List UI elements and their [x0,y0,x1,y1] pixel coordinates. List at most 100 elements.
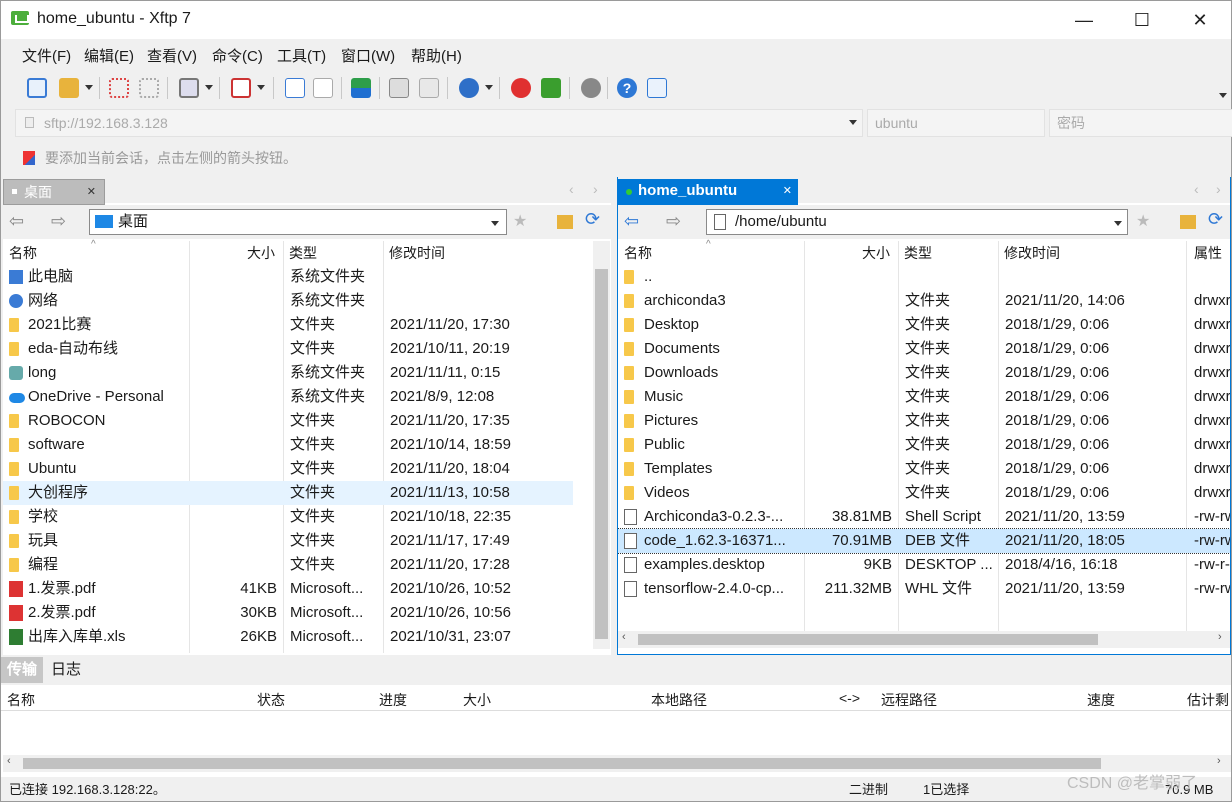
local-file-row[interactable]: 大创程序 文件夹 2021/11/13, 10:58 [3,481,573,505]
local-file-row[interactable]: 出库入库单.xls 26KB Microsoft... 2021/10/31, 23:… [3,625,573,649]
local-file-row[interactable]: 玩具 文件夹 2021/11/17, 17:49 [3,529,573,553]
remote-file-row[interactable]: Archiconda3-0.2.3-... 38.81MB Shell Script… [618,505,1230,529]
remote-path-input[interactable]: /home/ubuntu [706,209,1128,235]
col-size[interactable]: 大小 [247,243,275,263]
home-folder-icon[interactable] [1180,215,1196,229]
col-attributes[interactable]: 属性 [1194,243,1222,263]
local-file-row[interactable]: eda-自动布线 文件夹 2021/10/11, 20:19 [3,337,573,361]
local-file-row[interactable]: ROBOCON 文件夹 2021/11/20, 17:35 [3,409,573,433]
scroll-right-icon[interactable]: › [1218,631,1222,643]
back-arrow-icon[interactable]: ⇦ [624,211,639,232]
tcol-status[interactable]: 状态 [257,690,285,710]
col-mtime[interactable]: 修改时间 [389,243,445,263]
tcol-direction[interactable]: <-> [839,690,860,706]
col-name[interactable]: 名称 [624,243,652,263]
forward-arrow-icon[interactable]: ⇨ [51,211,66,232]
tcol-name[interactable]: 名称 [7,690,35,710]
host-input[interactable]: sftp://192.168.3.128 [15,109,863,137]
remote-file-row[interactable]: code_1.62.3-16371... 70.91MB DEB 文件 2021/11… [618,528,1230,554]
remote-file-row[interactable]: Downloads 文件夹 2018/1/29, 0:06 drwxr [618,361,1230,385]
remote-file-row[interactable]: Templates 文件夹 2018/1/29, 0:06 drwxr [618,457,1230,481]
tcol-eta[interactable]: 估计剩 [1187,690,1229,710]
tab-prev-icon[interactable]: ‹ [569,181,574,197]
transfer-mode[interactable]: 二进制 [849,779,888,801]
col-type[interactable]: 类型 [289,243,317,263]
tab-next-icon[interactable]: › [593,181,598,197]
star-icon[interactable]: ★ [513,211,527,231]
tab-next-icon[interactable]: › [1216,181,1221,197]
username-input[interactable]: ubuntu [867,109,1045,137]
local-vertical-scrollbar[interactable] [593,241,610,649]
remote-file-row[interactable]: Desktop 文件夹 2018/1/29, 0:06 drwxr [618,313,1230,337]
scroll-right-icon[interactable]: › [1217,755,1221,767]
close-button[interactable]: ✕ [1177,1,1223,39]
file-icon[interactable] [313,78,333,98]
password-input[interactable]: 密码 [1049,109,1232,137]
tab-close-icon[interactable]: ✕ [783,179,792,203]
minimize-button[interactable]: — [1061,1,1107,39]
remote-file-row[interactable]: Music 文件夹 2018/1/29, 0:06 drwxr [618,385,1230,409]
local-file-row[interactable]: software 文件夹 2021/10/14, 18:59 [3,433,573,457]
menu-command[interactable]: 命令(C) [212,45,263,66]
menu-help[interactable]: 帮助(H) [411,45,462,66]
tab-local-desktop[interactable]: 桌面 ✕ [3,179,105,205]
menu-tools[interactable]: 工具(T) [277,45,326,66]
col-mtime[interactable]: 修改时间 [1004,243,1060,263]
tcol-remote-path[interactable]: 远程路径 [881,690,937,710]
tab-close-icon[interactable]: ✕ [87,180,96,204]
remote-file-row[interactable]: .. [618,265,1230,289]
local-file-row[interactable]: 2.发票.pdf 30KB Microsoft... 2021/10/26, 10:5… [3,601,573,625]
play-icon[interactable] [231,78,251,98]
scroll-left-icon[interactable]: ‹ [622,631,626,643]
back-arrow-icon[interactable]: ⇦ [9,211,24,232]
col-size[interactable]: 大小 [862,243,890,263]
scroll-left-icon[interactable]: ‹ [7,755,11,767]
xshell-icon[interactable] [511,78,531,98]
home-folder-icon[interactable] [557,215,573,229]
tcol-local-path[interactable]: 本地路径 [651,690,707,710]
star-icon[interactable]: ★ [1136,211,1150,231]
local-file-row[interactable]: long 系统文件夹 2021/11/11, 0:15 [3,361,573,385]
xftp-icon[interactable] [541,78,561,98]
new-file-icon[interactable] [285,78,305,98]
refresh-icon[interactable]: ⟳ [585,209,600,230]
tcol-progress[interactable]: 进度 [379,690,407,710]
tcol-size[interactable]: 大小 [463,690,491,710]
menu-window[interactable]: 窗口(W) [341,45,395,66]
copy-icon[interactable] [389,78,409,98]
new-session-icon[interactable] [27,78,47,98]
remote-file-row[interactable]: Documents 文件夹 2018/1/29, 0:06 drwxr [618,337,1230,361]
remote-file-row[interactable]: archiconda3 文件夹 2021/11/20, 14:06 drwxr [618,289,1230,313]
tab-remote-home-ubuntu[interactable]: home_ubuntu ✕ [618,179,798,205]
local-file-row[interactable]: 网络 系统文件夹 [3,289,573,313]
tab-prev-icon[interactable]: ‹ [1194,181,1199,197]
disconnect-icon[interactable] [139,78,159,98]
col-name[interactable]: 名称 [9,243,37,263]
remote-file-row[interactable]: Videos 文件夹 2018/1/29, 0:06 drwxr [618,481,1230,505]
bookmark-flag-icon[interactable] [23,151,35,165]
refresh-icon[interactable]: ⟳ [1208,209,1223,230]
local-path-input[interactable]: 桌面 [89,209,507,235]
local-file-row[interactable]: 1.发票.pdf 41KB Microsoft... 2021/10/26, 10:5… [3,577,573,601]
gear-icon[interactable] [581,78,601,98]
chat-icon[interactable] [647,78,667,98]
remote-file-row[interactable]: examples.desktop 9KB DESKTOP ... 2018/4/16,… [618,553,1230,577]
transfer-horizontal-scrollbar[interactable]: ‹ › [3,755,1231,772]
tcol-speed[interactable]: 速度 [1087,690,1115,710]
forward-arrow-icon[interactable]: ⇨ [666,211,681,232]
help-icon[interactable]: ? [617,78,637,98]
local-file-row[interactable]: OneDrive - Personal 系统文件夹 2021/8/9, 12:08 [3,385,573,409]
menu-view[interactable]: 查看(V) [147,45,197,66]
local-file-row[interactable]: 此电脑 系统文件夹 [3,265,573,289]
tab-log[interactable]: 日志 [45,657,87,683]
paste-icon[interactable] [419,78,439,98]
remote-horizontal-scrollbar[interactable]: ‹ › [618,631,1230,648]
connect-icon[interactable] [109,78,129,98]
col-type[interactable]: 类型 [904,243,932,263]
properties-icon[interactable] [179,78,199,98]
local-file-row[interactable]: 2021比赛 文件夹 2021/11/20, 17:30 [3,313,573,337]
menu-edit[interactable]: 编辑(E) [84,45,134,66]
local-file-row[interactable]: 编程 文件夹 2021/11/20, 17:28 [3,553,573,577]
remote-file-row[interactable]: Public 文件夹 2018/1/29, 0:06 drwxr [618,433,1230,457]
local-file-row[interactable]: 学校 文件夹 2021/10/18, 22:35 [3,505,573,529]
